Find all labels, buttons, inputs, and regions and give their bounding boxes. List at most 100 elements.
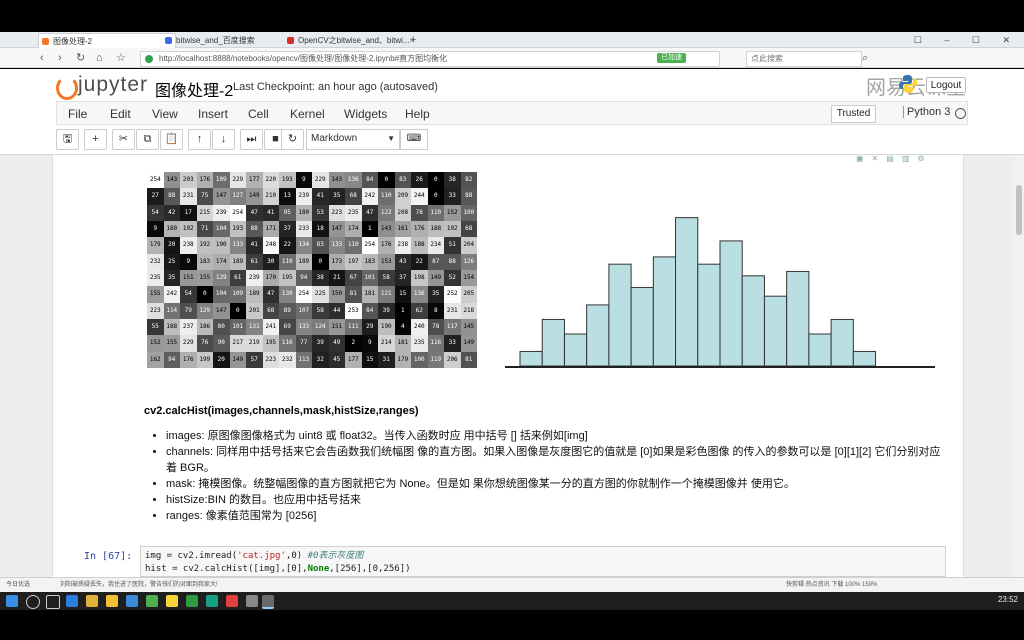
cell-type-value: Markdown [311, 133, 358, 144]
pixel-cell: 84 [361, 302, 378, 319]
keyboard-icon[interactable]: ⌨ [400, 129, 428, 150]
pixel-cell: 38 [444, 172, 461, 189]
pixel-cell: 110 [345, 237, 362, 254]
cell-toolbar-icons[interactable]: ▣✕▤▥⚙ [856, 154, 946, 164]
jupyter-logo-icon [56, 76, 78, 100]
trusted-indicator[interactable]: Trusted [831, 105, 876, 123]
move-up-icon[interactable]: ↑ [188, 129, 211, 150]
save-icon[interactable]: 🖫 [56, 129, 79, 150]
code-cell[interactable]: img = cv2.imread('cat.jpg',0) #0表示灰度图 hi… [140, 546, 946, 577]
window-controls[interactable]: ☐ – ☐ ✕ [914, 32, 1020, 48]
menu-view[interactable]: View [152, 107, 178, 121]
menu-kernel[interactable]: Kernel [290, 107, 325, 121]
pixel-cell: 151 [180, 270, 197, 287]
pixel-cell: 88 [246, 221, 263, 238]
histogram-bar [763, 295, 788, 367]
kernel-name[interactable]: Python 3 [903, 106, 950, 118]
pixel-cell: 170 [262, 270, 279, 287]
reload-icon[interactable]: ↻ [76, 51, 85, 65]
menu-insert[interactable]: Insert [198, 107, 228, 121]
tab-notebook[interactable]: 图像处理-2 × [38, 33, 176, 49]
app-icon[interactable] [226, 595, 238, 607]
pixel-cell: 193 [229, 221, 246, 238]
pixel-cell: 229 [180, 335, 197, 352]
pixel-cell: 129 [213, 270, 230, 287]
pixel-cell: 71 [196, 221, 213, 238]
status-right[interactable]: 快剪辑 热点资讯 下载 100% 150% [786, 578, 877, 592]
code-text: hist = cv2.calcHist([img],[0], [145, 564, 308, 574]
cut-icon[interactable]: ✂ [112, 129, 135, 150]
copy-icon[interactable]: ⧉ [136, 129, 159, 150]
run-icon[interactable]: ⏭ [240, 129, 263, 150]
menu-help[interactable]: Help [405, 107, 430, 121]
menu-edit[interactable]: Edit [110, 107, 131, 121]
star-icon[interactable]: ☆ [116, 51, 126, 65]
address-bar[interactable]: http://localhost:8888/notebooks/opencv/图… [140, 51, 720, 67]
menu-cell[interactable]: Cell [248, 107, 269, 121]
move-down-icon[interactable]: ↓ [212, 129, 235, 150]
store-icon[interactable] [86, 595, 98, 607]
folder-icon[interactable] [106, 595, 118, 607]
pixel-cell: 122 [378, 204, 395, 221]
paste-icon[interactable]: 📋 [160, 129, 183, 150]
restart-icon[interactable]: ↻ [281, 129, 304, 150]
pixel-cell: 181 [394, 335, 411, 352]
scrollbar-thumb[interactable] [1016, 185, 1022, 235]
pixel-cell: 219 [246, 335, 263, 352]
pixel-cell: 75 [196, 188, 213, 205]
pixel-cell: 231 [180, 188, 197, 205]
forward-icon[interactable]: › [58, 51, 62, 65]
menu-widgets[interactable]: Widgets [344, 107, 387, 121]
pixel-cell: 33 [444, 335, 461, 352]
pixel-cell: 9 [147, 221, 164, 238]
new-tab-button[interactable]: + [410, 32, 416, 48]
menu-bar: File Edit View Insert Cell Kernel Widget… [56, 101, 968, 125]
pixel-cell: 95 [279, 204, 296, 221]
logout-button[interactable]: Logout [926, 77, 966, 93]
app-icon[interactable] [186, 595, 198, 607]
tab-csdn[interactable]: OpenCV之bitwise_and、bitwi... × [284, 33, 418, 48]
speed-badge[interactable]: 已加速 [657, 53, 686, 63]
parameter-list: images: 原图像图像格式为 uint8 或 float32。当传入函数时应… [152, 428, 942, 524]
pixel-cell: 101 [229, 319, 246, 336]
home-icon[interactable]: ⌂ [96, 51, 103, 65]
menu-file[interactable]: File [68, 107, 87, 121]
start-icon[interactable] [6, 595, 18, 607]
app-icon[interactable] [246, 595, 258, 607]
tab-baidu[interactable]: bitwise_and_百度搜索 × [162, 33, 296, 48]
notebook-title[interactable]: 图像处理-2 [155, 77, 233, 101]
pixel-cell: 82 [460, 172, 477, 189]
clock[interactable]: 23:52 [998, 595, 1018, 604]
files-icon[interactable] [166, 595, 178, 607]
pixel-cell: 183 [196, 253, 213, 270]
task-view-icon[interactable] [46, 595, 60, 609]
tab-label: 图像处理-2 [53, 37, 93, 46]
status-news[interactable]: 刘阳被质疑丢失，我住进了医院，警告钱们的对面到我家大! [60, 578, 218, 592]
back-icon[interactable]: ‹ [40, 51, 44, 65]
histogram-bar [652, 256, 677, 367]
param-ranges: ranges: 像素值范围常为 [0256] [166, 508, 942, 524]
pixel-cell: 116 [279, 335, 296, 352]
status-left[interactable]: 今日优选 [6, 578, 30, 592]
url-text: http://localhost:8888/notebooks/opencv/图… [159, 54, 448, 63]
pixel-cell: 192 [180, 221, 197, 238]
active-app-icon[interactable] [262, 595, 274, 609]
mail-icon[interactable] [126, 595, 138, 607]
pixel-cell: 114 [163, 302, 180, 319]
search-icon[interactable] [26, 595, 40, 609]
edge-icon[interactable] [66, 595, 78, 607]
pixel-cell: 180 [295, 204, 312, 221]
add-cell-icon[interactable]: + [84, 129, 107, 150]
histogram-bar [519, 350, 543, 367]
pixel-cell: 79 [180, 302, 197, 319]
browser-icon[interactable] [146, 595, 158, 607]
search-icon[interactable]: ⌕ [862, 51, 868, 65]
pixel-cell: 110 [427, 204, 444, 221]
cell-type-select[interactable]: Markdown ▼ [306, 129, 400, 150]
app-icon[interactable] [206, 595, 218, 607]
search-input[interactable]: 点此搜索 [746, 51, 862, 67]
pixel-cell: 22 [279, 237, 296, 254]
tab-label: bitwise_and_百度搜索 [176, 36, 255, 45]
histogram-bar [808, 333, 832, 367]
pixel-cell: 68 [345, 188, 362, 205]
